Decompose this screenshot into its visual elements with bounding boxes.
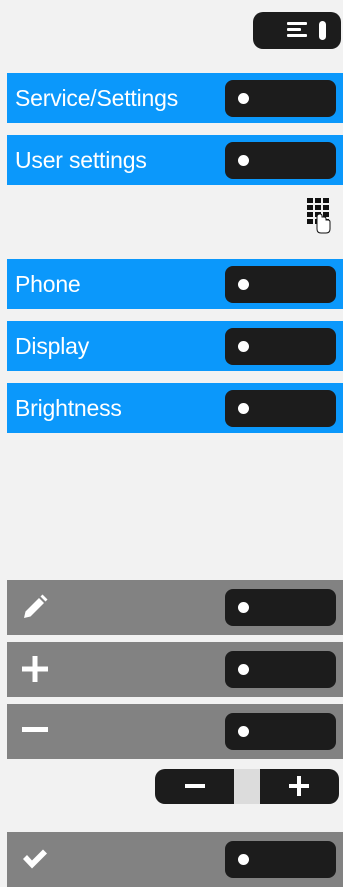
menu-item-label: Service/Settings — [15, 85, 178, 111]
plus-icon — [289, 776, 309, 796]
action-row-confirm[interactable] — [7, 832, 343, 887]
softkey-dot — [238, 403, 249, 414]
softkey-dot — [238, 726, 249, 737]
softkey-dot — [238, 664, 249, 675]
menu-item-service-settings[interactable]: Service/Settings — [7, 73, 343, 123]
action-row-decrease[interactable] — [7, 704, 343, 759]
softkey-dot — [238, 602, 249, 613]
softkey[interactable] — [225, 390, 336, 427]
decrease-button[interactable] — [155, 769, 234, 804]
softkey[interactable] — [225, 328, 336, 365]
checkmark-icon — [23, 849, 47, 869]
softkey[interactable] — [225, 589, 336, 626]
minus-icon — [185, 784, 205, 788]
softkey[interactable] — [225, 841, 336, 878]
menu-item-label: Phone — [15, 271, 81, 297]
softkey[interactable] — [225, 651, 336, 688]
pencil-icon — [24, 594, 48, 618]
menu-item-display[interactable]: Display — [7, 321, 343, 371]
softkey[interactable] — [225, 142, 336, 179]
softkey-dot — [238, 854, 249, 865]
menu-item-phone[interactable]: Phone — [7, 259, 343, 309]
softkey-dot — [238, 155, 249, 166]
menu-item-label: Brightness — [15, 395, 122, 421]
keypad-icon — [307, 198, 331, 234]
menu-item-user-settings[interactable]: User settings — [7, 135, 343, 185]
action-row-increase[interactable] — [7, 642, 343, 697]
menu-item-brightness[interactable]: Brightness — [7, 383, 343, 433]
softkey[interactable] — [225, 713, 336, 750]
menu-item-label: User settings — [15, 147, 147, 173]
menu-lines-icon — [287, 22, 307, 38]
menu-item-label: Display — [15, 333, 90, 359]
plus-icon — [22, 656, 48, 682]
key-indicator — [319, 21, 326, 40]
increase-button[interactable] — [260, 769, 339, 804]
softkey-dot — [238, 93, 249, 104]
value-stepper — [155, 769, 339, 804]
softkey[interactable] — [225, 266, 336, 303]
softkey-dot — [238, 279, 249, 290]
softkey[interactable] — [225, 80, 336, 117]
main-menu-key[interactable] — [253, 12, 341, 49]
action-row-edit[interactable] — [7, 580, 343, 635]
minus-icon — [22, 727, 48, 732]
softkey-dot — [238, 341, 249, 352]
